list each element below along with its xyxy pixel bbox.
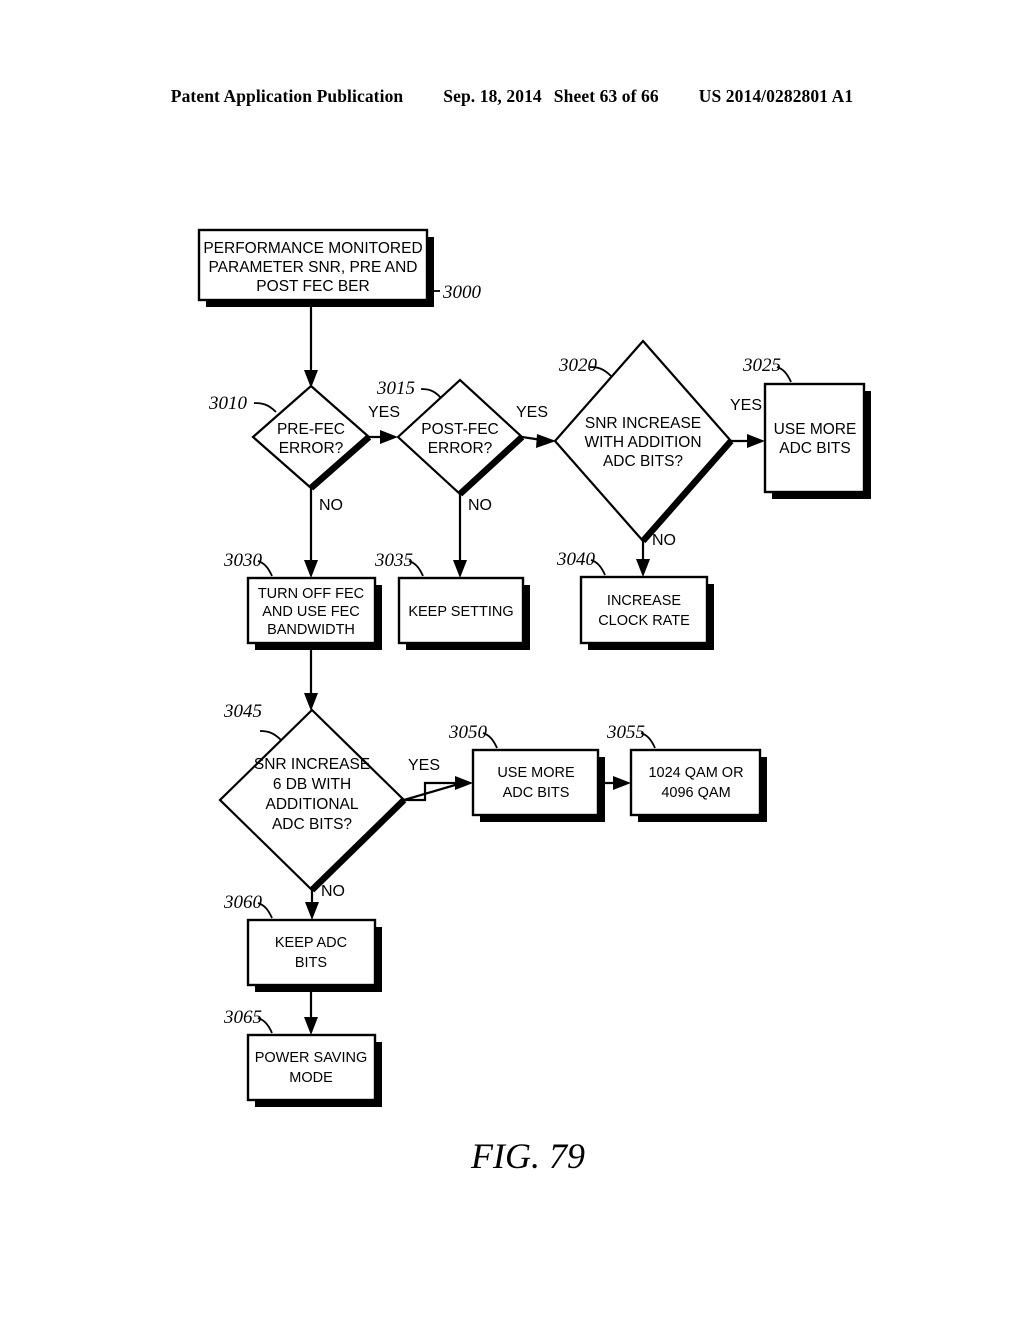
branch-label-no-3015: NO	[468, 497, 492, 514]
branch-label-yes-3015: YES	[516, 404, 548, 421]
node-3025-line-2: ADC BITS	[779, 440, 850, 457]
node-3045-line-4: ADC BITS?	[272, 816, 352, 833]
ref-label-3050: 3050	[448, 722, 488, 743]
node-3030: TURN OFF FEC AND USE FEC BANDWIDTH 3030	[223, 550, 382, 650]
branch-label-no-3020: NO	[652, 532, 676, 549]
branch-label-yes-3010: YES	[368, 404, 400, 421]
ref-label-3025: 3025	[742, 355, 781, 376]
node-3030-line-2: AND USE FEC	[262, 604, 360, 620]
branch-label-yes-3045: YES	[408, 757, 440, 774]
node-3000: PERFORMANCE MONITORED PARAMETER SNR, PRE…	[197, 228, 482, 307]
ref-label-3060: 3060	[223, 892, 263, 913]
node-3015: POST-FEC ERROR? 3015	[376, 378, 525, 497]
node-3035: KEEP SETTING 3035	[374, 550, 530, 650]
node-3050: USE MORE ADC BITS 3050	[448, 722, 605, 822]
ref-label-3035: 3035	[374, 550, 413, 571]
node-3025: USE MORE ADC BITS 3025	[742, 355, 871, 499]
node-3045-line-2: 6 DB WITH	[273, 776, 351, 793]
node-3040: INCREASE CLOCK RATE 3040	[556, 549, 714, 650]
node-3015-line-2: ERROR?	[428, 440, 493, 457]
node-3000-line-3: POST FEC BER	[256, 278, 369, 295]
node-3060-line-2: BITS	[295, 955, 327, 971]
node-3020: SNR INCREASE WITH ADDITION ADC BITS? 302…	[553, 339, 734, 544]
node-3030-line-3: BANDWIDTH	[267, 622, 355, 638]
arrow-3045-yes-to-3050: YES	[403, 757, 473, 802]
branch-label-no-3045: NO	[321, 883, 345, 900]
node-3000-line-2: PARAMETER SNR, PRE AND	[208, 259, 417, 276]
node-3045-line-1: SNR INCREASE	[254, 756, 370, 773]
ref-label-3045: 3045	[223, 701, 262, 722]
node-3040-line-2: CLOCK RATE	[598, 613, 690, 629]
ref-label-3000: 3000	[442, 282, 482, 303]
arrow-3010-yes-to-3015: YES	[368, 404, 400, 444]
flowchart-figure: PERFORMANCE MONITORED PARAMETER SNR, PRE…	[0, 0, 1024, 1320]
ref-label-3065: 3065	[223, 1007, 262, 1028]
ref-label-3015: 3015	[376, 378, 415, 399]
node-3060: KEEP ADC BITS 3060	[223, 892, 382, 992]
node-3035-line-1: KEEP SETTING	[408, 604, 513, 620]
ref-label-3030: 3030	[223, 550, 263, 571]
arrow-3060-to-3065	[304, 985, 318, 1035]
node-3055: 1024 QAM OR 4096 QAM 3055	[606, 722, 767, 822]
node-3050-line-1: USE MORE	[497, 765, 575, 781]
node-3020-line-3: ADC BITS?	[603, 453, 683, 470]
node-3000-line-1: PERFORMANCE MONITORED	[203, 240, 422, 257]
node-3050-line-2: ADC BITS	[503, 785, 570, 801]
branch-label-no-3010: NO	[319, 497, 343, 514]
node-3045-line-3: ADDITIONAL	[265, 796, 358, 813]
node-3030-line-1: TURN OFF FEC	[258, 586, 364, 602]
arrow-3000-to-3010	[304, 300, 318, 388]
node-3025-line-1: USE MORE	[774, 421, 857, 438]
node-3010: PRE-FEC ERROR? 3010	[208, 384, 372, 491]
branch-label-yes-3020: YES	[730, 397, 762, 414]
figure-caption: FIG. 79	[470, 1136, 585, 1176]
node-3065-line-2: MODE	[289, 1070, 333, 1086]
ref-label-3020: 3020	[558, 355, 598, 376]
node-3065-line-1: POWER SAVING	[255, 1050, 368, 1066]
ref-label-3040: 3040	[556, 549, 596, 570]
arrow-3010-no-to-3030: NO	[304, 488, 343, 578]
ref-label-3055: 3055	[606, 722, 645, 743]
arrow-3020-yes-to-3025: YES	[730, 397, 765, 448]
node-3010-line-2: ERROR?	[279, 440, 344, 457]
node-3015-line-1: POST-FEC	[421, 421, 499, 438]
node-3055-line-2: 4096 QAM	[661, 785, 730, 801]
arrow-3015-no-to-3035: NO	[453, 494, 492, 578]
node-3065: POWER SAVING MODE 3065	[223, 1007, 382, 1107]
node-3060-line-1: KEEP ADC	[275, 935, 347, 951]
node-3020-line-1: SNR INCREASE	[585, 415, 701, 432]
node-3010-line-1: PRE-FEC	[277, 421, 345, 438]
node-3020-line-2: WITH ADDITION	[584, 434, 701, 451]
ref-label-3010: 3010	[208, 393, 248, 414]
arrow-3030-to-3045	[304, 643, 318, 711]
node-3045: SNR INCREASE 6 DB WITH ADDITIONAL ADC BI…	[218, 701, 407, 893]
node-3040-line-1: INCREASE	[607, 593, 681, 609]
node-3055-line-1: 1024 QAM OR	[648, 765, 743, 781]
